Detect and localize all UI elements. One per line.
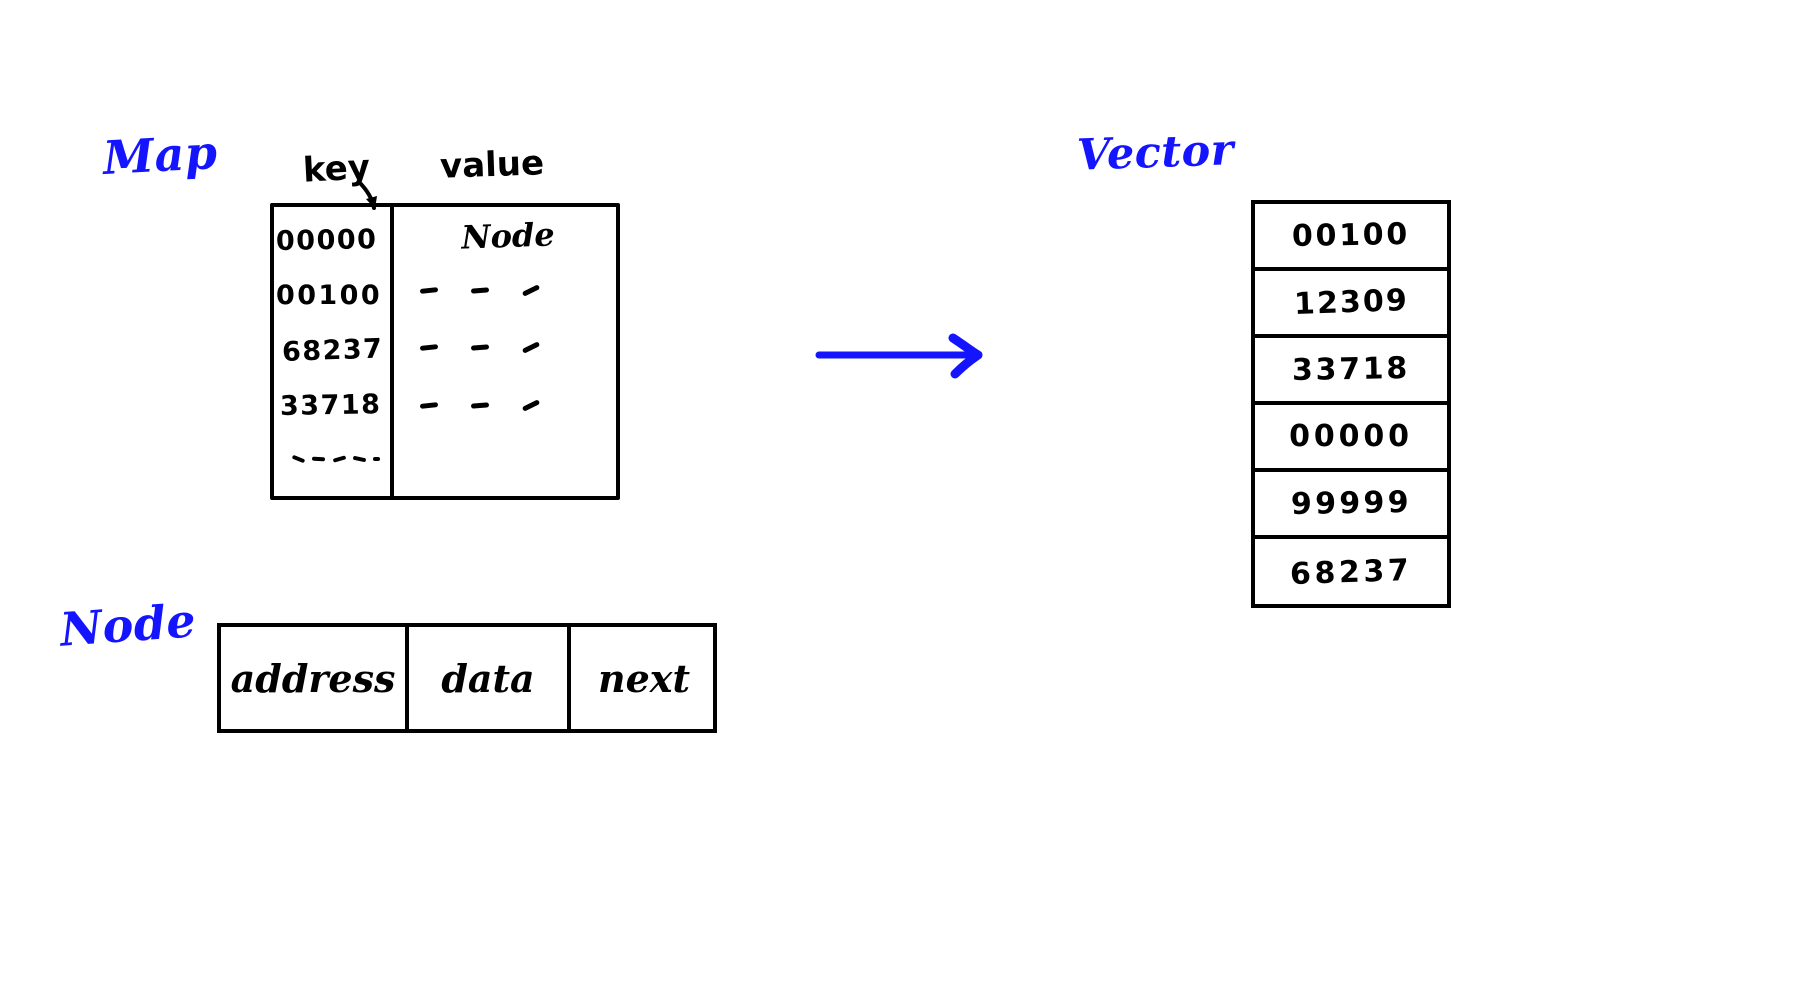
node-field-data: data <box>409 627 571 729</box>
dash-mark <box>419 344 439 351</box>
map-value-cell-0: Node <box>460 215 556 257</box>
dash-mark <box>419 402 439 409</box>
node-field-next: next <box>571 627 717 729</box>
vector-cell-5: 68237 <box>1255 539 1447 606</box>
map-value-cell-3 <box>419 399 541 412</box>
node-field-label: address <box>230 655 396 701</box>
map-title-label: Map <box>101 125 219 185</box>
map-key-cell-2: 68237 <box>281 333 384 368</box>
dash-mark <box>470 402 490 409</box>
vector-cell-1: 12309 <box>1255 271 1447 338</box>
node-field-address: address <box>221 627 409 729</box>
map-key-cell-0: 00000 <box>275 224 378 257</box>
vector-cell-value: 33718 <box>1291 350 1411 389</box>
map-value-cell-2 <box>419 341 541 354</box>
map-value-cell-1 <box>419 284 541 297</box>
dash-mark <box>419 287 439 294</box>
vector-table: 00100 12309 33718 00000 99999 68237 <box>1251 200 1451 608</box>
map-table: key value 00000 00100 68237 33718 Node <box>270 143 625 510</box>
vector-cell-value: 00100 <box>1291 216 1411 255</box>
vector-cell-value: 00000 <box>1289 419 1413 454</box>
dash-mark <box>470 287 490 294</box>
vector-cell-value: 12309 <box>1292 283 1410 322</box>
vector-cell-0: 00100 <box>1255 204 1447 271</box>
vector-cell-value: 68237 <box>1289 552 1413 593</box>
whiteboard-canvas: Map key value 00000 00100 68237 33718 No… <box>0 0 1794 1000</box>
map-key-cell-3: 33718 <box>279 389 382 422</box>
node-title-label: Node <box>58 593 198 657</box>
ellipsis-dash <box>312 456 326 462</box>
map-column-header-value: value <box>439 143 545 187</box>
vector-cell-2: 33718 <box>1255 338 1447 405</box>
right-arrow-icon <box>815 333 983 379</box>
node-struct-diagram: address data next <box>217 623 717 733</box>
vector-cell-value: 99999 <box>1290 484 1412 523</box>
vector-cell-3: 00000 <box>1255 405 1447 472</box>
dash-mark <box>470 344 490 351</box>
vector-title-label: Vector <box>1076 125 1235 181</box>
map-key-cell-1: 00100 <box>276 280 383 311</box>
vector-cell-4: 99999 <box>1255 472 1447 539</box>
map-key-cell-ellipsis <box>291 454 380 464</box>
ellipsis-dash <box>373 457 380 461</box>
node-field-label: next <box>597 655 690 701</box>
node-field-label: data <box>441 655 535 701</box>
